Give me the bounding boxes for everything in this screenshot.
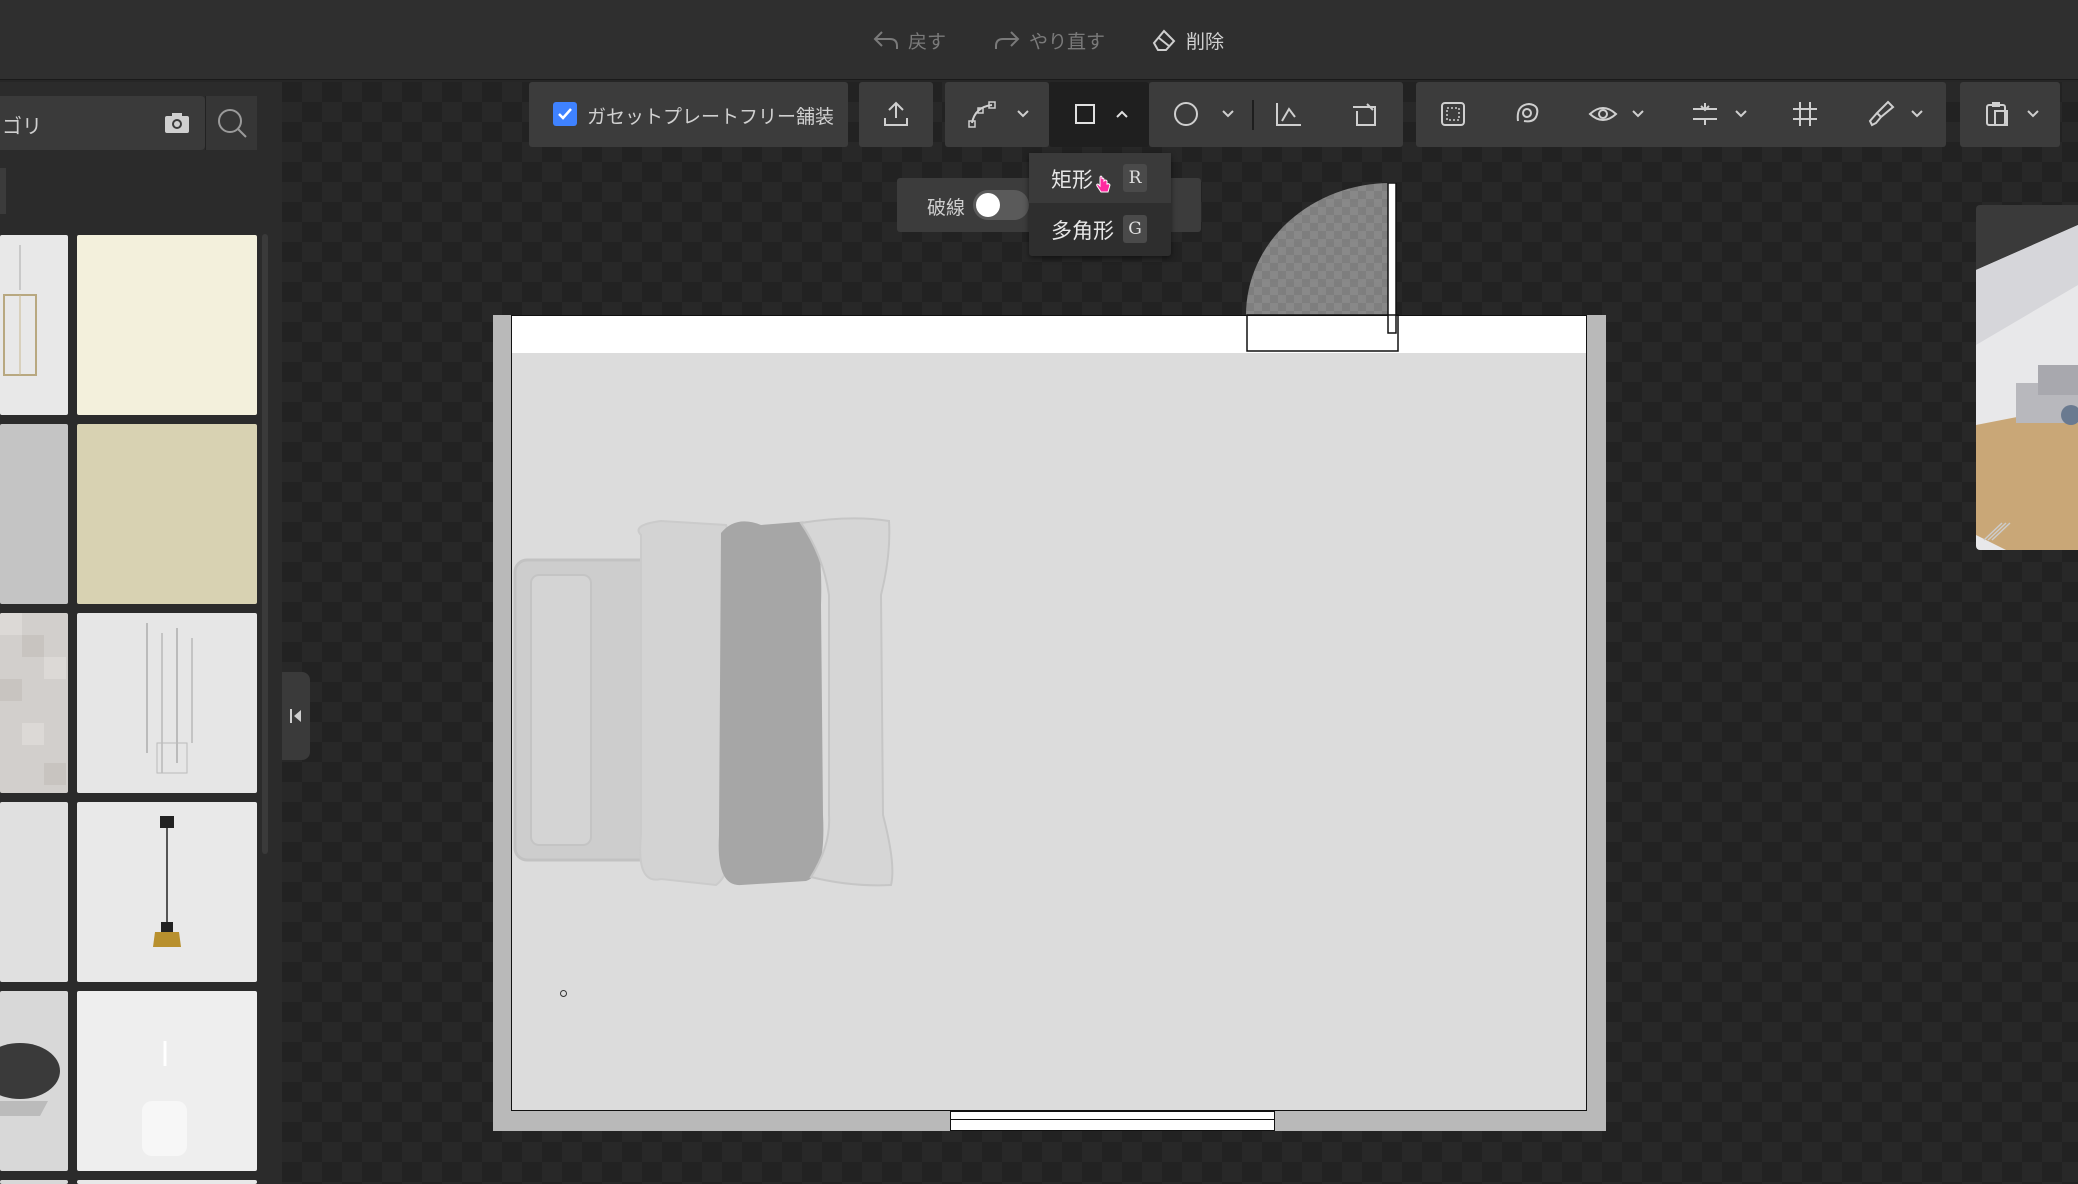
select-frame-icon[interactable] bbox=[1438, 99, 1468, 129]
gusset-option-group: ガセットプレートフリー舗装 bbox=[529, 82, 848, 147]
toggle-knob bbox=[976, 193, 1000, 217]
hand-cursor-icon bbox=[1096, 175, 1111, 193]
toolbar-divider bbox=[1252, 100, 1254, 130]
room-top-wall-band bbox=[511, 315, 1587, 353]
check-icon bbox=[558, 108, 572, 120]
chevron-up-icon[interactable] bbox=[1115, 107, 1129, 121]
undo-label: 戻す bbox=[908, 30, 947, 53]
delete-button[interactable]: 削除 bbox=[1150, 24, 1224, 56]
shortcut-key: G bbox=[1123, 215, 1147, 243]
catalog-panel: ゴリ bbox=[0, 82, 282, 1184]
camera-icon[interactable] bbox=[160, 106, 194, 140]
lamp-thumbnail bbox=[0, 1043, 60, 1116]
catalog-item-partial bbox=[0, 1180, 68, 1184]
chevron-down-icon[interactable] bbox=[1016, 107, 1030, 121]
window-line bbox=[951, 1119, 1274, 1120]
draw-tool-group bbox=[945, 82, 1049, 147]
catalog-scrollbar[interactable] bbox=[262, 234, 268, 854]
catalog-item-light[interactable] bbox=[0, 802, 68, 982]
gusset-checkbox-label: ガセットプレートフリー舗装 bbox=[587, 106, 835, 128]
align-icon[interactable] bbox=[1690, 99, 1720, 129]
catalog-search-field[interactable]: ゴリ bbox=[0, 96, 205, 150]
catalog-item-crystal-pendant[interactable] bbox=[77, 613, 257, 793]
category-tab[interactable] bbox=[0, 168, 6, 214]
delete-label: 削除 bbox=[1186, 30, 1225, 53]
catalog-item-gray-paint[interactable] bbox=[0, 424, 68, 604]
gusset-checkbox[interactable] bbox=[553, 102, 577, 126]
undo-icon bbox=[873, 31, 898, 49]
search-input-text: ゴリ bbox=[2, 114, 42, 138]
menu-item-label: 多角形 bbox=[1051, 219, 1114, 243]
chevron-down-icon[interactable] bbox=[1910, 107, 1924, 121]
catalog-item-partial bbox=[77, 1180, 257, 1184]
chevron-down-icon[interactable] bbox=[1221, 107, 1235, 121]
catalog-item-tile[interactable] bbox=[0, 613, 68, 793]
redo-label: やり直す bbox=[1029, 30, 1106, 53]
crystal-pendant-thumbnail bbox=[146, 623, 193, 774]
3d-room-render bbox=[1976, 205, 2078, 550]
redo-button[interactable]: やり直す bbox=[993, 24, 1105, 56]
rectangle-icon[interactable] bbox=[1070, 99, 1100, 129]
edit-area-icon[interactable] bbox=[1349, 99, 1379, 129]
search-icon bbox=[218, 109, 247, 138]
circle-icon[interactable] bbox=[1171, 99, 1201, 129]
3d-preview-thumbnail[interactable] bbox=[1976, 205, 2078, 550]
ellipse-measure-group bbox=[1149, 82, 1403, 147]
catalog-item-chandelier[interactable] bbox=[0, 235, 68, 415]
redo-icon bbox=[995, 31, 1020, 49]
catalog-item-cream-paint[interactable] bbox=[77, 235, 257, 415]
dimension-icon[interactable] bbox=[1273, 99, 1303, 129]
pen-curve-icon[interactable] bbox=[967, 99, 997, 129]
catalog-item-lamp[interactable] bbox=[0, 991, 68, 1171]
menu-item-polygon[interactable]: 多角形 G bbox=[1029, 204, 1171, 254]
shape-dropdown-menu: 矩形 R 多角形 G bbox=[1029, 153, 1171, 256]
chevron-down-icon[interactable] bbox=[1631, 107, 1645, 121]
dashed-line-label: 破線 bbox=[927, 197, 966, 219]
sofa-furniture[interactable] bbox=[511, 515, 896, 895]
grid-icon[interactable] bbox=[1790, 99, 1820, 129]
door-swing[interactable] bbox=[1246, 183, 1399, 353]
collapse-panel-button[interactable] bbox=[282, 672, 310, 760]
chandelier-thumbnail bbox=[3, 245, 37, 376]
catalog-item-glass-pendant[interactable] bbox=[77, 991, 257, 1171]
lasso-icon[interactable] bbox=[1512, 99, 1542, 129]
top-bar: 戻す やり直す 削除 bbox=[0, 0, 2078, 80]
menu-item-label: 矩形 bbox=[1051, 168, 1093, 192]
shape-tool-group bbox=[1049, 82, 1149, 147]
chevron-down-icon[interactable] bbox=[2026, 107, 2040, 121]
eye-icon[interactable] bbox=[1588, 99, 1618, 129]
dashed-line-toggle[interactable] bbox=[973, 190, 1029, 220]
paint-brush-icon[interactable] bbox=[1866, 99, 1896, 129]
collapse-left-icon bbox=[290, 709, 301, 723]
catalog-item-brass-pendant[interactable] bbox=[77, 802, 257, 982]
clipboard-tool-group bbox=[1960, 82, 2060, 147]
tile-pattern bbox=[0, 613, 66, 785]
menu-item-rectangle[interactable]: 矩形 R bbox=[1029, 153, 1171, 203]
export-tool-group bbox=[859, 82, 933, 147]
glass-pendant-thumbnail bbox=[142, 1041, 187, 1156]
catalog-item-beige-paint[interactable] bbox=[77, 424, 257, 604]
window-bottom-wall[interactable] bbox=[950, 1111, 1275, 1131]
eraser-icon bbox=[1152, 29, 1176, 51]
chevron-down-icon[interactable] bbox=[1734, 107, 1748, 121]
brass-pendant-thumbnail bbox=[153, 816, 181, 947]
clipboard-icon[interactable] bbox=[1982, 99, 2012, 129]
search-button[interactable] bbox=[205, 96, 257, 150]
upload-icon[interactable] bbox=[881, 99, 911, 129]
shortcut-key: R bbox=[1123, 164, 1147, 192]
view-tool-group bbox=[1416, 82, 1946, 147]
undo-button[interactable]: 戻す bbox=[872, 24, 946, 56]
tiny-marker bbox=[560, 990, 567, 997]
